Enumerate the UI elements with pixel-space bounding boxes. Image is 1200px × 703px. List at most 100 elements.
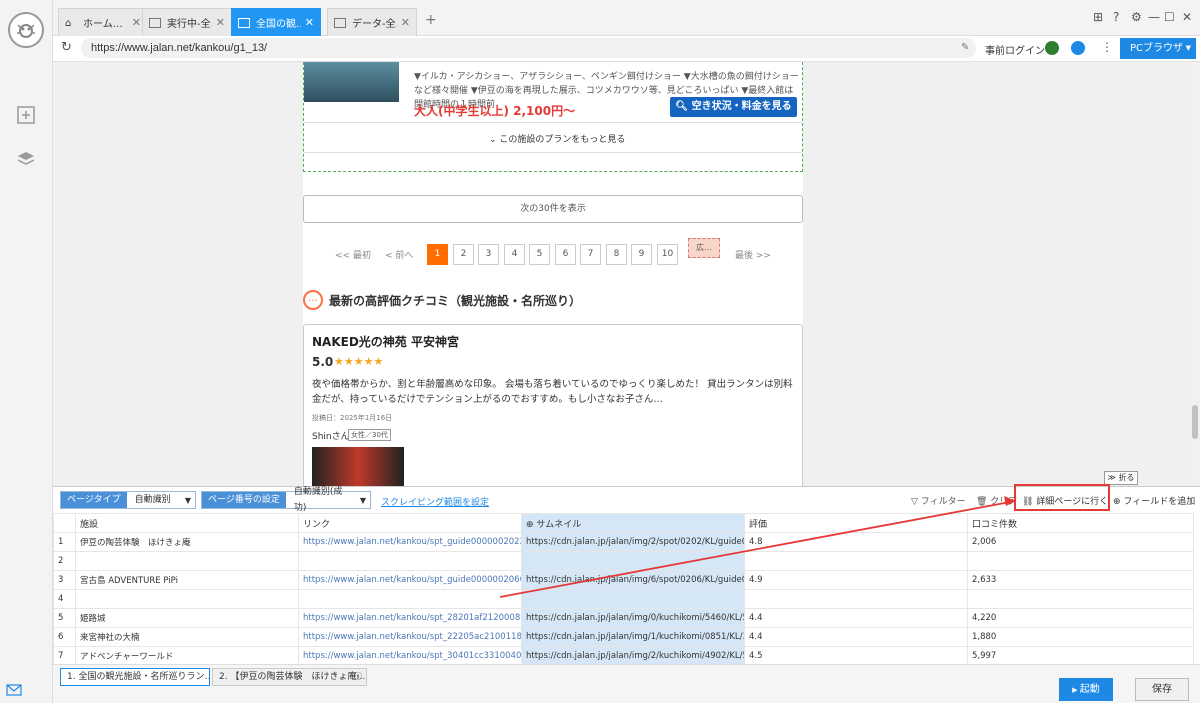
column-header[interactable]: 施設 bbox=[75, 513, 299, 533]
table-cell[interactable]: 5,997 bbox=[967, 646, 1194, 664]
review-card[interactable]: NAKED光の神苑 平安神宮 5.0 ★★★★★ 夜や価格帯からか、割と年齢層高… bbox=[303, 324, 803, 486]
run-button[interactable]: ▶ 起動 bbox=[1059, 678, 1113, 701]
table-cell[interactable]: 1,880 bbox=[967, 627, 1194, 647]
add-field-button[interactable]: ⊕ フィールドを追加 bbox=[1113, 494, 1195, 507]
save-button[interactable]: 保存 bbox=[1135, 678, 1189, 701]
review-photo[interactable] bbox=[312, 447, 404, 486]
web-scrollbar[interactable] bbox=[1190, 62, 1200, 486]
pager-page[interactable]: 1 bbox=[427, 244, 448, 265]
ad-badge[interactable]: 広… bbox=[688, 238, 720, 258]
pre-login-button[interactable]: 事前ログイン bbox=[985, 42, 1045, 57]
pager-page[interactable]: 7 bbox=[580, 244, 601, 265]
row-index[interactable]: 4 bbox=[53, 589, 76, 609]
table-cell[interactable] bbox=[521, 589, 745, 609]
more-plans-link[interactable]: ⌄ この施設のプランをもっと見る bbox=[489, 132, 625, 145]
table-cell[interactable]: https://cdn.jalan.jp/jalan/img/2/kuchiko… bbox=[521, 646, 745, 664]
page-type-select[interactable]: ページタイプ 自動識別 ▼ bbox=[60, 491, 196, 509]
table-cell[interactable]: 4.4 bbox=[744, 608, 968, 628]
settings-icon[interactable]: ⚙ bbox=[1131, 10, 1142, 24]
table-cell[interactable]: https://www.jalan.net/kankou/spt_guide00… bbox=[298, 532, 522, 552]
table-row[interactable]: 3 宮古島 ADVENTURE PiPi https://www.jalan.net… bbox=[53, 570, 1194, 590]
table-cell[interactable]: https://www.jalan.net/kankou/spt_30401cc… bbox=[298, 646, 522, 664]
fold-button[interactable]: ≫ 折る bbox=[1104, 471, 1138, 485]
close-icon[interactable]: ✕ bbox=[132, 16, 141, 29]
table-cell[interactable]: 2,633 bbox=[967, 570, 1194, 590]
pager-page[interactable]: 8 bbox=[606, 244, 627, 265]
scrollbar-thumb[interactable] bbox=[1192, 405, 1198, 439]
pager-page[interactable]: 10 bbox=[657, 244, 678, 265]
table-cell[interactable]: https://cdn.jalan.jp/jalan/img/0/kuchiko… bbox=[521, 608, 745, 628]
reload-icon[interactable]: ↻ bbox=[61, 40, 72, 55]
scrape-range-link[interactable]: スクレイピング範囲を設定 bbox=[381, 495, 489, 508]
app-logo-icon[interactable] bbox=[8, 12, 44, 48]
tab-home[interactable]: ⌂ ホーム… ✕ bbox=[58, 8, 148, 36]
table-cell[interactable]: 4.5 bbox=[744, 646, 968, 664]
table-cell[interactable]: https://www.jalan.net/kankou/spt_guide00… bbox=[298, 570, 522, 590]
clear-button[interactable]: 🗑︎ クリア bbox=[976, 494, 1018, 507]
table-cell[interactable] bbox=[298, 551, 522, 571]
maximize-icon[interactable]: ☐ bbox=[1164, 10, 1175, 24]
table-cell[interactable] bbox=[967, 551, 1194, 571]
gift-icon[interactable]: ⊞ bbox=[1093, 10, 1103, 24]
table-cell[interactable] bbox=[967, 589, 1194, 609]
table-cell[interactable] bbox=[744, 589, 968, 609]
column-header[interactable]: リンク bbox=[298, 513, 522, 533]
pc-browser-button[interactable]: PCブラウザ ▼ bbox=[1120, 38, 1196, 59]
table-cell[interactable]: 伊豆の陶芸体験 ほけきょ庵 bbox=[75, 532, 299, 552]
table-cell[interactable]: 姫路城 bbox=[75, 608, 299, 628]
close-window-icon[interactable]: ✕ bbox=[1182, 10, 1192, 24]
pager-page[interactable]: 5 bbox=[529, 244, 550, 265]
table-row[interactable]: 5 姫路城 https://www.jalan.net/kankou/spt_282… bbox=[53, 608, 1194, 628]
mail-icon[interactable] bbox=[6, 684, 22, 699]
table-row[interactable]: 6 来宮神社の大楠 https://www.jalan.net/kankou/spt… bbox=[53, 627, 1194, 647]
table-cell[interactable]: https://cdn.jalan.jp/jalan/img/1/kuchiko… bbox=[521, 627, 745, 647]
new-task-icon[interactable] bbox=[15, 104, 37, 126]
table-row[interactable]: 4 bbox=[53, 589, 1194, 609]
next-30-button[interactable]: 次の30件を表示 bbox=[303, 195, 803, 223]
table-cell[interactable] bbox=[298, 589, 522, 609]
row-index[interactable]: 6 bbox=[53, 627, 76, 647]
table-cell[interactable]: 宮古島 ADVENTURE PiPi bbox=[75, 570, 299, 590]
minimize-icon[interactable]: — bbox=[1148, 10, 1160, 24]
goto-detail-button[interactable]: ⛓︎ 詳細ページに行く bbox=[1022, 494, 1108, 507]
table-cell[interactable]: アドベンチャーワールド bbox=[75, 646, 299, 664]
column-header[interactable]: ⊕ サムネイル bbox=[521, 513, 745, 533]
close-icon[interactable]: ✕ bbox=[305, 16, 314, 29]
extension-blue-icon[interactable] bbox=[1071, 41, 1085, 55]
extension-green-icon[interactable] bbox=[1045, 41, 1059, 55]
table-cell[interactable] bbox=[75, 551, 299, 571]
row-index[interactable]: 1 bbox=[53, 532, 76, 552]
table-cell[interactable]: https://www.jalan.net/kankou/spt_22205ac… bbox=[298, 627, 522, 647]
page-tab-2[interactable]: 2. 【伊豆の陶芸体験 ほけきょ庵… ⓧ bbox=[212, 668, 367, 686]
filter-button[interactable]: ▽ フィルター bbox=[911, 494, 966, 507]
edit-icon[interactable]: ✎ bbox=[961, 42, 969, 53]
row-index[interactable]: 3 bbox=[53, 570, 76, 590]
table-cell[interactable]: https://www.jalan.net/kankou/spt_28201af… bbox=[298, 608, 522, 628]
tab-active[interactable]: 全国の観… ✕ bbox=[231, 8, 321, 36]
table-cell[interactable]: 4.9 bbox=[744, 570, 968, 590]
row-index[interactable]: 7 bbox=[53, 646, 76, 664]
row-index[interactable]: 5 bbox=[53, 608, 76, 628]
table-cell[interactable]: 来宮神社の大楠 bbox=[75, 627, 299, 647]
row-index[interactable]: 2 bbox=[53, 551, 76, 571]
new-tab-icon[interactable]: + bbox=[425, 12, 437, 28]
pager-page[interactable]: 4 bbox=[504, 244, 525, 265]
column-header[interactable]: 口コミ件数 bbox=[967, 513, 1194, 533]
tab-data[interactable]: データ-全… ✕ bbox=[327, 8, 417, 36]
facility-image[interactable] bbox=[304, 62, 399, 102]
table-cell[interactable] bbox=[75, 589, 299, 609]
close-circle-icon[interactable]: ⓧ bbox=[354, 669, 362, 685]
page-tab-1[interactable]: 1. 全国の観光施設・名所巡りラン… bbox=[60, 668, 210, 686]
pager-page[interactable]: 6 bbox=[555, 244, 576, 265]
table-cell[interactable]: 4.8 bbox=[744, 532, 968, 552]
table-cell[interactable]: 4.4 bbox=[744, 627, 968, 647]
table-cell[interactable]: 4,220 bbox=[967, 608, 1194, 628]
table-cell[interactable]: https://cdn.jalan.jp/jalan/img/6/spot/02… bbox=[521, 570, 745, 590]
table-row[interactable]: 1 伊豆の陶芸体験 ほけきょ庵 https://www.jalan.net/kank… bbox=[53, 532, 1194, 552]
close-icon[interactable]: ✕ bbox=[216, 16, 225, 29]
column-header[interactable]: 評価 bbox=[744, 513, 968, 533]
layers-icon[interactable] bbox=[15, 148, 37, 170]
pager-prev[interactable]: < 前へ bbox=[385, 248, 413, 261]
pager-page[interactable]: 3 bbox=[478, 244, 499, 265]
tab-running[interactable]: 実行中-全… ✕ bbox=[142, 8, 232, 36]
